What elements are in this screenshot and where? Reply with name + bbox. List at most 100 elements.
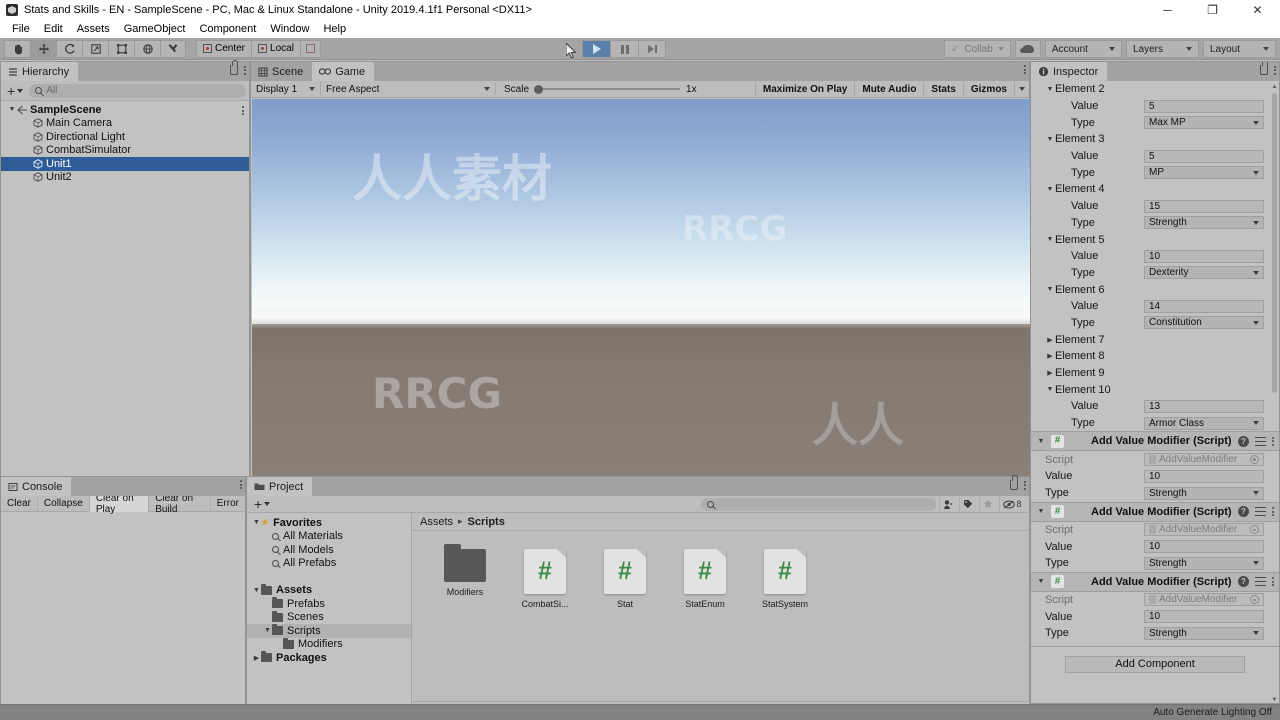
- tab-scene[interactable]: Scene: [251, 62, 313, 81]
- filter-type-icon[interactable]: [939, 496, 956, 512]
- transform-tool-button[interactable]: [134, 39, 160, 58]
- preset-icon[interactable]: [1255, 436, 1266, 447]
- component-header[interactable]: ▼ # Add Value Modifier (Script)?: [1031, 571, 1279, 592]
- hierarchy-item-unit1[interactable]: Unit1: [1, 157, 249, 171]
- value-input[interactable]: 14: [1144, 299, 1264, 313]
- help-icon[interactable]: ?: [1238, 435, 1249, 447]
- script-object-field[interactable]: AddValueModifier: [1144, 453, 1264, 467]
- asset-item[interactable]: # StatSystem: [754, 549, 816, 609]
- inspector-scrollbar[interactable]: ▲ ▼: [1271, 83, 1278, 703]
- project-tree-item-favorites[interactable]: ▼ ★ Favorites: [247, 516, 411, 530]
- object-picker-icon[interactable]: [1250, 595, 1259, 605]
- play-button[interactable]: [582, 40, 610, 58]
- project-tree-item-modifiers[interactable]: Modifiers: [247, 637, 411, 652]
- hierarchy-item-combatsimulator[interactable]: CombatSimulator: [1, 144, 249, 158]
- layers-button[interactable]: Layers: [1125, 40, 1199, 58]
- object-picker-icon[interactable]: [1250, 455, 1259, 465]
- game-render-canvas[interactable]: 人人素材 RRCG RRCG 人人: [252, 99, 1030, 478]
- inspector-element-header[interactable]: ▼ Element 2: [1031, 81, 1279, 98]
- type-dropdown[interactable]: Armor Class: [1144, 416, 1264, 430]
- clear-button[interactable]: Clear: [1, 495, 38, 512]
- expand-arrow-icon[interactable]: ▼: [252, 587, 261, 594]
- rotate-tool-button[interactable]: [56, 39, 82, 58]
- error-pause-button[interactable]: Error: [211, 496, 245, 512]
- script-object-field[interactable]: AddValueModifier: [1144, 523, 1264, 537]
- favorites-star-icon[interactable]: [979, 496, 996, 512]
- kebab-menu-icon[interactable]: [242, 106, 244, 115]
- menu-item-assets[interactable]: Assets: [70, 21, 117, 37]
- inspector-element-header[interactable]: ▼ Element 5: [1031, 231, 1279, 248]
- project-tree-item-assets[interactable]: ▼ Assets: [247, 583, 411, 598]
- display-dropdown[interactable]: Display 1: [251, 81, 321, 97]
- scale-slider-group[interactable]: Scale 1x: [496, 84, 705, 95]
- type-dropdown[interactable]: MP: [1144, 166, 1264, 180]
- move-tool-button[interactable]: [30, 39, 56, 58]
- menu-item-help[interactable]: Help: [316, 21, 353, 37]
- type-dropdown[interactable]: Constitution: [1144, 316, 1264, 330]
- tab-console[interactable]: Console: [1, 477, 72, 496]
- create-object-button[interactable]: +: [4, 83, 26, 99]
- kebab-menu-icon[interactable]: [244, 65, 246, 75]
- maximize-on-play-button[interactable]: Maximize On Play: [754, 81, 854, 97]
- inspector-element-header[interactable]: ▼ Element 6: [1031, 281, 1279, 298]
- help-icon[interactable]: ?: [1238, 576, 1249, 588]
- component-header[interactable]: ▼ # Add Value Modifier (Script)?: [1031, 501, 1279, 522]
- menu-item-component[interactable]: Component: [192, 21, 263, 37]
- tab-project[interactable]: Project: [247, 477, 313, 496]
- hierarchy-item-main-camera[interactable]: Main Camera: [1, 117, 249, 131]
- inspector-element-header[interactable]: ▼ Element 10: [1031, 381, 1279, 398]
- account-button[interactable]: Account: [1044, 40, 1122, 58]
- script-object-field[interactable]: AddValueModifier: [1144, 593, 1264, 607]
- menu-item-file[interactable]: File: [5, 21, 37, 37]
- maximize-button[interactable]: ❐: [1190, 0, 1235, 20]
- expand-arrow-icon[interactable]: ▼: [1045, 186, 1055, 193]
- kebab-menu-icon[interactable]: [1024, 65, 1026, 74]
- minimize-button[interactable]: ─: [1145, 0, 1190, 20]
- value-input[interactable]: 10: [1144, 469, 1264, 483]
- custom-tool-button[interactable]: [160, 39, 186, 58]
- collapse-button[interactable]: Collapse: [38, 495, 90, 512]
- pause-button[interactable]: [610, 40, 638, 58]
- clear-on-play-button[interactable]: Clear on Play: [89, 493, 150, 515]
- expand-arrow-icon[interactable]: ▼: [7, 106, 17, 113]
- expand-arrow-icon[interactable]: ▼: [1045, 136, 1055, 143]
- expand-arrow-icon[interactable]: ▼: [1045, 236, 1055, 243]
- type-dropdown[interactable]: Dexterity: [1144, 266, 1264, 280]
- lock-icon[interactable]: [230, 60, 238, 75]
- inspector-element-header[interactable]: ▼ Element 3: [1031, 131, 1279, 148]
- lock-icon[interactable]: [1260, 62, 1268, 75]
- expand-arrow-icon[interactable]: ▶: [1045, 336, 1055, 344]
- type-dropdown[interactable]: Strength: [1144, 626, 1264, 640]
- gizmos-button[interactable]: Gizmos: [962, 81, 1014, 97]
- project-tree-item-all-materials[interactable]: All Materials: [247, 530, 411, 544]
- asset-item[interactable]: # Stat: [594, 549, 656, 609]
- hierarchy-search-input[interactable]: All: [29, 83, 246, 98]
- kebab-menu-icon[interactable]: [240, 480, 242, 489]
- collab-button[interactable]: ✓ Collab: [944, 40, 1011, 58]
- expand-arrow-icon[interactable]: ▼: [1045, 386, 1055, 393]
- expand-arrow-icon[interactable]: ▼: [1036, 578, 1046, 585]
- type-dropdown[interactable]: Max MP: [1144, 116, 1264, 130]
- menu-item-gameobject[interactable]: GameObject: [117, 21, 193, 37]
- menu-item-edit[interactable]: Edit: [37, 21, 70, 37]
- project-tree-item-all-models[interactable]: All Models: [247, 543, 411, 557]
- inspector-element-header[interactable]: ▶ Element 7: [1031, 331, 1279, 348]
- scroll-thumb[interactable]: [1272, 93, 1277, 393]
- inspector-element-header[interactable]: ▶ Element 9: [1031, 365, 1279, 382]
- value-input[interactable]: 13: [1144, 399, 1264, 413]
- preset-icon[interactable]: [1255, 576, 1266, 587]
- expand-arrow-icon[interactable]: ▼: [1036, 508, 1046, 515]
- expand-arrow-icon[interactable]: ▶: [1045, 352, 1055, 360]
- expand-arrow-icon[interactable]: ▼: [252, 519, 261, 526]
- expand-arrow-icon[interactable]: ▼: [1045, 286, 1055, 293]
- value-input[interactable]: 10: [1144, 249, 1264, 263]
- lock-icon[interactable]: [1010, 475, 1018, 490]
- tab-inspector[interactable]: Inspector: [1031, 62, 1108, 81]
- value-input[interactable]: 5: [1144, 99, 1264, 113]
- stats-button[interactable]: Stats: [923, 81, 962, 97]
- asset-item[interactable]: # CombatSi...: [514, 549, 576, 609]
- scroll-up-arrow[interactable]: ▲: [1271, 83, 1278, 90]
- scale-slider-knob[interactable]: [534, 84, 544, 94]
- hand-tool-button[interactable]: [4, 39, 30, 58]
- project-tree-item-all-prefabs[interactable]: All Prefabs: [247, 557, 411, 571]
